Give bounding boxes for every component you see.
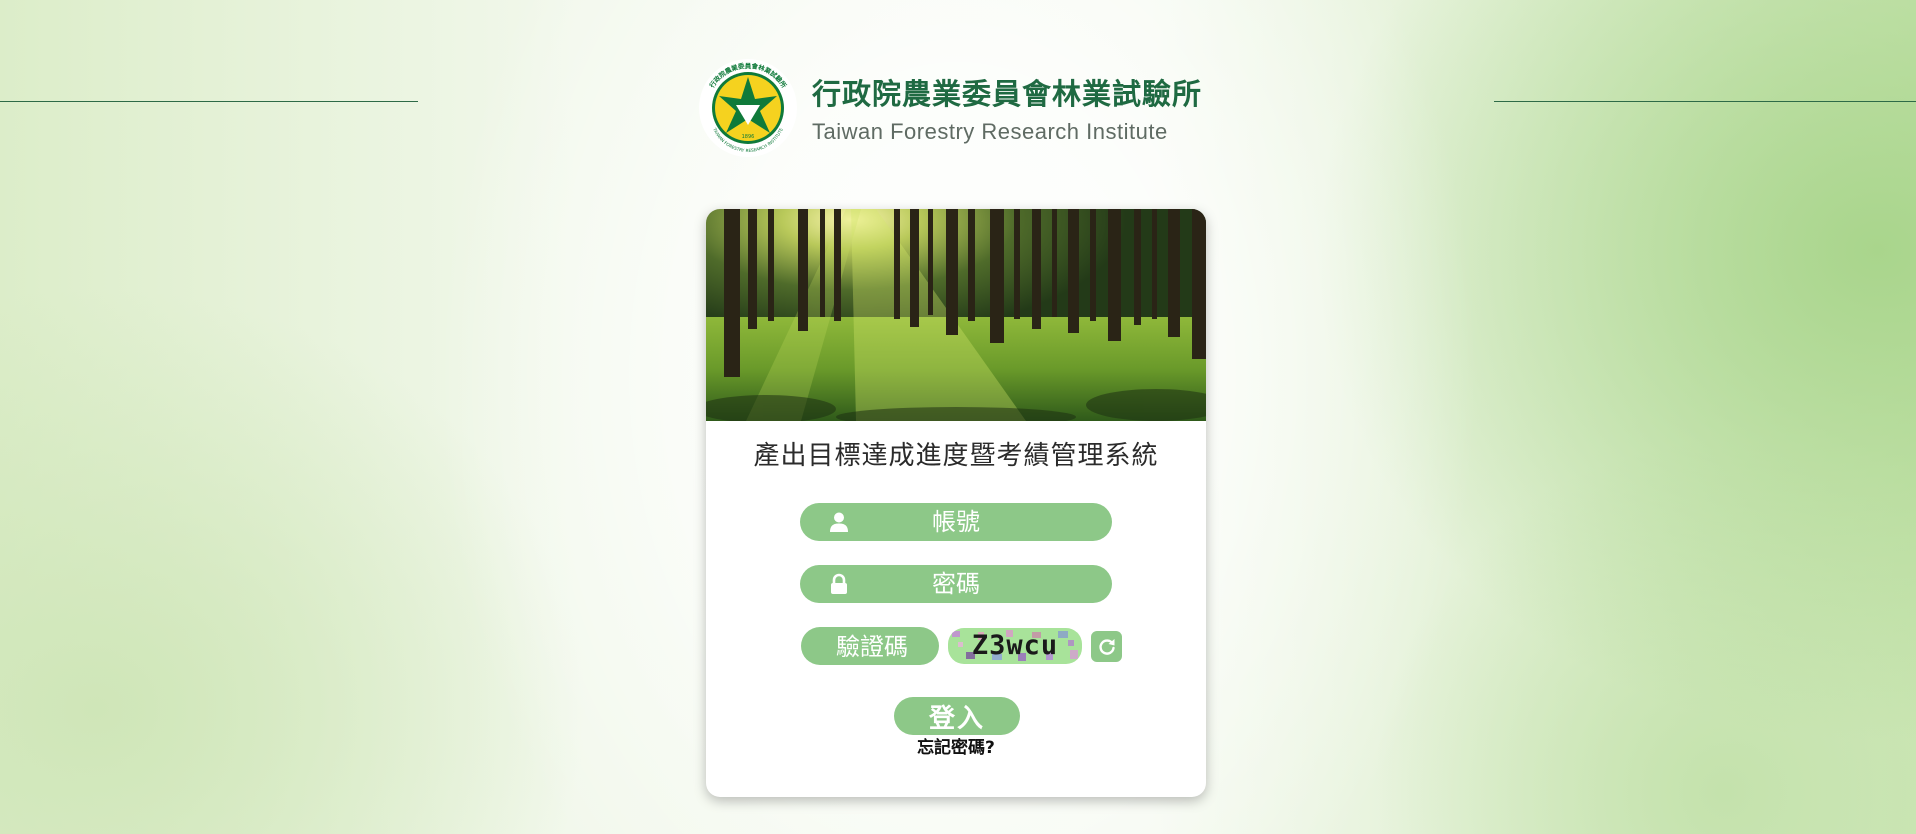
logo-year: 1896 xyxy=(742,134,755,140)
institute-name-en: Taiwan Forestry Research Institute xyxy=(812,119,1168,144)
password-field xyxy=(800,565,1112,603)
login-button[interactable]: 登入 xyxy=(894,697,1020,735)
header-titles: 行政院農業委員會林業試驗所 Taiwan Forestry Research I… xyxy=(812,71,1202,145)
forgot-password-link[interactable]: 忘記密碼? xyxy=(706,733,1206,758)
system-title: 產出目標達成進度暨考績管理系統 xyxy=(753,441,1159,471)
login-card: 產出目標達成進度暨考績管理系統 帳號 驗證碼 Z3wcu 登入 忘記密碼? xyxy=(706,209,1206,797)
lock-icon xyxy=(831,573,847,594)
institute-logo: 1896 行政院農業委員會林業試驗所 TAIWAN FORESTRY RESEA… xyxy=(699,59,797,157)
captcha-text: Z3wcu xyxy=(971,630,1059,661)
header-divider-right xyxy=(1494,101,1916,102)
captcha-image: Z3wcu xyxy=(948,628,1082,664)
refresh-icon xyxy=(1098,638,1115,655)
account-field xyxy=(800,503,1112,541)
user-icon xyxy=(830,512,848,532)
captcha-input[interactable] xyxy=(801,627,943,667)
captcha-field xyxy=(801,627,943,667)
institute-name-zh: 行政院農業委員會林業試驗所 xyxy=(812,77,1203,111)
forest-banner-image xyxy=(706,209,1206,421)
site-header: 1896 行政院農業委員會林業試驗所 TAIWAN FORESTRY RESEA… xyxy=(698,58,1202,158)
captcha-refresh-button[interactable] xyxy=(1091,631,1122,662)
header-divider-left xyxy=(0,101,418,102)
